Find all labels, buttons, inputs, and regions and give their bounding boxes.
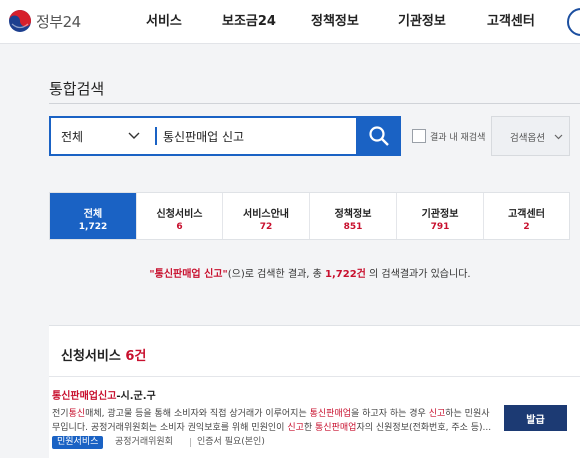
desc-highlight: 통신판매업 xyxy=(315,423,357,433)
civil-service-badge: 민원서비스 xyxy=(52,436,104,449)
input-divider xyxy=(155,127,157,145)
summary-keyword: "통신판매업 신고" xyxy=(149,269,228,280)
result-title-keyword: 통신판매업신고 xyxy=(52,391,117,402)
section-count: 6건 xyxy=(125,349,147,364)
tab-apply-services[interactable]: 신청서비스 6 xyxy=(137,193,223,239)
search-options-button[interactable]: 검색옵션 xyxy=(491,116,570,156)
section-divider xyxy=(49,376,580,377)
tab-label: 고객센터 xyxy=(508,209,545,220)
desc-text: 무입니다. 공정거래위원회는 소비자 권익보호를 위해 민원인이 xyxy=(52,423,288,433)
search-options-label: 검색옵션 xyxy=(510,133,545,144)
menu-circle-button[interactable] xyxy=(567,8,580,36)
tab-label: 기관정보 xyxy=(421,209,459,220)
taegeuk-icon xyxy=(9,10,31,32)
title-divider xyxy=(49,103,580,104)
desc-highlight: 신고 xyxy=(287,423,304,433)
tab-count: 2 xyxy=(523,222,530,232)
result-description-line1: 전기통신매체, 광고물 등을 통해 소비자와 직접 상거래가 이루어지는 통신판… xyxy=(52,406,490,419)
summary-count: 1,722건 xyxy=(325,269,366,280)
tab-label: 전체 xyxy=(83,209,103,220)
search-box: 전체 xyxy=(49,116,358,156)
tab-all[interactable]: 전체 1,722 xyxy=(50,193,137,239)
search-scope-select[interactable]: 전체 xyxy=(61,128,83,145)
gov24-logo[interactable]: 정부24 xyxy=(8,9,81,33)
cert-requirement: 인증서 필요(본인) xyxy=(197,437,265,447)
top-header: 정부24 서비스 보조금24 정책정보 기관정보 고객센터 xyxy=(0,0,580,44)
issue-button[interactable]: 발급 xyxy=(504,405,567,431)
desc-text: 한 xyxy=(303,423,316,433)
tab-agency-info[interactable]: 기관정보 791 xyxy=(397,193,484,239)
summary-text-end: 의 검색결과가 있습니다. xyxy=(365,269,471,280)
nav-customer-center[interactable]: 고객센터 xyxy=(487,0,535,44)
tab-count: 6 xyxy=(176,222,183,232)
nav-agency[interactable]: 기관정보 xyxy=(398,0,446,44)
result-summary: "통신판매업 신고"(으)로 검색한 결과, 총 1,722건 의 검색결과가 … xyxy=(0,265,580,280)
desc-text: 하는 민원사 xyxy=(445,409,490,419)
chevron-down-icon[interactable] xyxy=(128,129,140,141)
tab-customer-center[interactable]: 고객센터 2 xyxy=(484,193,569,239)
tab-label: 정책정보 xyxy=(334,209,372,220)
tab-count: 851 xyxy=(343,222,363,232)
page-title: 통합검색 xyxy=(49,80,105,98)
desc-highlight: 통신 xyxy=(68,409,86,419)
desc-highlight: 신고 xyxy=(428,409,446,419)
tab-service-info[interactable]: 서비스안내 72 xyxy=(223,193,310,239)
desc-text: 자의 신원정보(전화번호, 주소 등)... xyxy=(356,423,492,433)
chevron-down-icon xyxy=(554,134,563,140)
tab-count: 791 xyxy=(430,222,450,232)
desc-highlight: 통신판매업 xyxy=(309,409,352,419)
result-tabs: 전체 1,722 신청서비스 6 서비스안내 72 정책정보 851 기관정보 … xyxy=(49,192,570,240)
desc-text: 전기 xyxy=(52,409,69,419)
result-title-rest: -시.군.구 xyxy=(116,391,156,402)
tab-count: 72 xyxy=(259,222,273,232)
tab-label: 신청서비스 xyxy=(156,209,203,220)
search-button[interactable] xyxy=(357,116,401,156)
section-title: 신청서비스 6건 xyxy=(61,345,146,364)
desc-text: 매체, 광고물 등을 통해 소비자와 직접 상거래가 이루어지는 xyxy=(85,409,310,419)
meta-divider xyxy=(190,438,191,447)
tab-label: 서비스안내 xyxy=(243,209,289,220)
nav-subsidy[interactable]: 보조금24 xyxy=(222,0,276,44)
nav-services[interactable]: 서비스 xyxy=(146,0,182,44)
page: 정부24 서비스 보조금24 정책정보 기관정보 고객센터 통합검색 전체 결과… xyxy=(0,0,580,458)
research-checkbox-label: 결과 내 재검색 xyxy=(430,133,486,143)
tab-policy-info[interactable]: 정책정보 851 xyxy=(310,193,397,239)
agency-name: 공정거래위원회 xyxy=(115,437,173,447)
search-icon xyxy=(369,126,389,146)
tab-count: 1,722 xyxy=(78,222,108,232)
summary-text: (으)로 검색한 결과, 총 xyxy=(227,269,326,280)
research-checkbox[interactable] xyxy=(412,129,426,143)
apply-services-section: 신청서비스 6건 통신판매업신고-시.군.구 전기통신매체, 광고물 등을 통해… xyxy=(49,325,580,458)
desc-text: 을 하고자 하는 경우 xyxy=(351,409,429,419)
section-title-label: 신청서비스 xyxy=(61,349,121,364)
nav-policy[interactable]: 정책정보 xyxy=(311,0,359,44)
result-item-title[interactable]: 통신판매업신고-시.군.구 xyxy=(52,387,156,402)
logo-text: 정부24 xyxy=(36,12,81,31)
result-description-line2: 무입니다. 공정거래위원회는 소비자 권익보호를 위해 민원인이 신고한 통신판… xyxy=(52,420,491,433)
search-input[interactable] xyxy=(163,125,348,147)
